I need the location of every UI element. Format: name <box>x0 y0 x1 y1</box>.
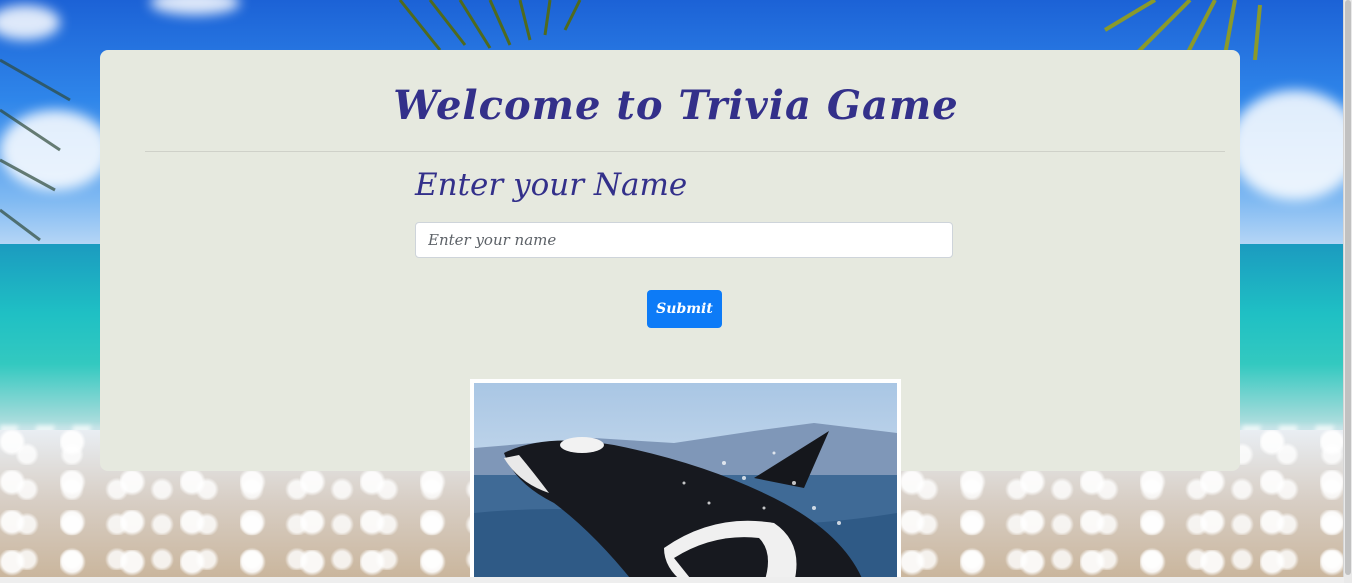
orca-photo <box>470 379 901 583</box>
title-divider <box>145 151 1225 152</box>
scrollbar-thumb[interactable] <box>1345 0 1351 575</box>
name-input[interactable] <box>415 222 953 258</box>
submit-button[interactable]: Submit <box>647 290 722 328</box>
page-title: Welcome to Trivia Game <box>393 82 959 129</box>
orca-image <box>474 383 897 583</box>
name-prompt-heading: Enter your Name <box>415 167 688 203</box>
vertical-scrollbar[interactable] <box>1343 0 1352 583</box>
horizontal-scrollbar[interactable] <box>0 577 1344 583</box>
